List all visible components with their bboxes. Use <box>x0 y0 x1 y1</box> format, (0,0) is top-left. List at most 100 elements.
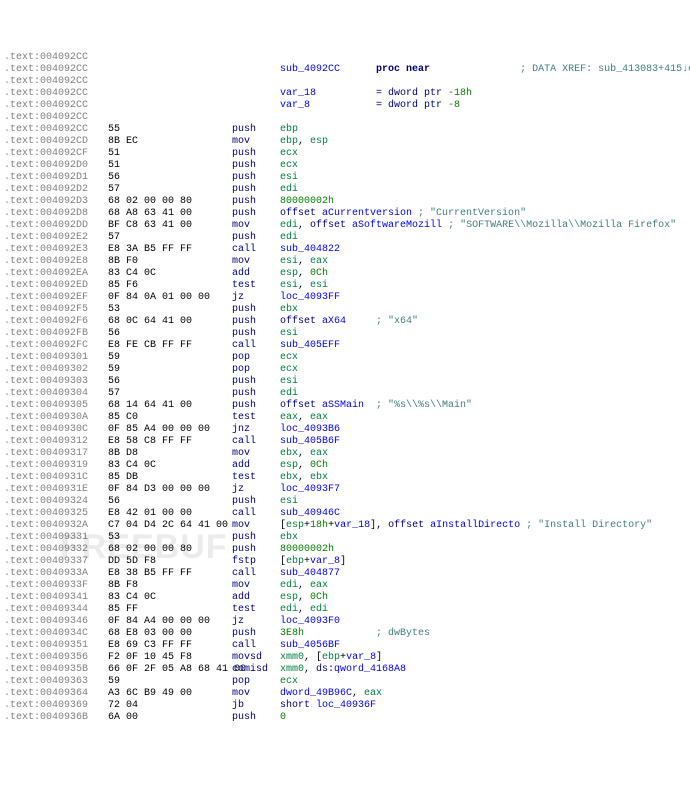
hex-bytes: 83 C4 0C <box>108 268 232 280</box>
asm-line: .text:004092CC <box>4 112 686 124</box>
operands: offset aCurrentversion ; "CurrentVersion… <box>280 208 686 220</box>
operands: dword_49B96C, eax <box>280 688 686 700</box>
mnemonic: add <box>232 592 280 604</box>
asm-line: .text:004092E257pushedi <box>4 232 686 244</box>
operands: offset aSSMain ; "%s\\%s\\Main" <box>280 400 686 412</box>
hex-bytes: 83 C4 0C <box>108 592 232 604</box>
hex-bytes: 72 04 <box>108 700 232 712</box>
asm-line: .text:00409337DD 5D F8fstp[ebp+var_8] <box>4 556 686 568</box>
hex-bytes: 85 DB <box>108 472 232 484</box>
mnemonic: call <box>232 508 280 520</box>
address: .text:00409304 <box>4 388 108 400</box>
mnemonic: push <box>232 628 280 640</box>
asm-line: .text:0040931983 C4 0Caddesp, 0Ch <box>4 460 686 472</box>
address: .text:0040935B <box>4 664 108 676</box>
operands: sub_405B6F <box>280 436 686 448</box>
address: .text:00409303 <box>4 376 108 388</box>
address: .text:00409331 <box>4 532 108 544</box>
asm-line: .text:00409325E8 42 01 00 00callsub_4094… <box>4 508 686 520</box>
mnemonic: mov <box>232 520 280 532</box>
mnemonic: fstp <box>232 556 280 568</box>
operands: esi, esi <box>280 280 686 292</box>
hex-bytes: 56 <box>108 496 232 508</box>
asm-line: .text:004092CC <box>4 76 686 88</box>
mnemonic: pop <box>232 676 280 688</box>
mnemonic: pop <box>232 364 280 376</box>
hex-bytes: F2 0F 10 45 F8 <box>108 652 232 664</box>
hex-bytes: 68 0C 64 41 00 <box>108 316 232 328</box>
mnemonic: mov <box>232 220 280 232</box>
operands <box>280 112 686 124</box>
mnemonic: push <box>232 196 280 208</box>
operands: xmm0, ds:qword_4168A8 <box>280 664 686 676</box>
operands: ecx <box>280 364 686 376</box>
asm-line: .text:004092E88B F0movesi, eax <box>4 256 686 268</box>
hex-bytes: 0F 84 A4 00 00 00 <box>108 616 232 628</box>
hex-bytes <box>108 100 232 112</box>
hex-bytes: C7 04 D4 2C 64 41 00 <box>108 520 232 532</box>
hex-bytes: 53 <box>108 304 232 316</box>
address: .text:0040930A <box>4 412 108 424</box>
asm-line: .text:0040934C68 E8 03 00 00push3E8h ; d… <box>4 628 686 640</box>
operands: [esp+18h+var_18], offset aInstallDirecto… <box>280 520 686 532</box>
mnemonic: push <box>232 544 280 556</box>
operands: ebx <box>280 532 686 544</box>
address: .text:0040930C <box>4 424 108 436</box>
address: .text:00409364 <box>4 688 108 700</box>
asm-line: .text:0040930457pushedi <box>4 388 686 400</box>
hex-bytes: 8B D8 <box>108 448 232 460</box>
mnemonic: test <box>232 472 280 484</box>
operands: esi <box>280 496 686 508</box>
address: .text:00409363 <box>4 676 108 688</box>
operands: sub_404877 <box>280 568 686 580</box>
hex-bytes: E8 FE CB FF FF <box>108 340 232 352</box>
mnemonic: push <box>232 328 280 340</box>
mnemonic: push <box>232 712 280 724</box>
mnemonic: test <box>232 412 280 424</box>
address: .text:004092D8 <box>4 208 108 220</box>
address: .text:004092CC <box>4 64 108 76</box>
mnemonic: push <box>232 208 280 220</box>
asm-line: .text:0040933F8B F8movedi, eax <box>4 580 686 592</box>
address: .text:0040936B <box>4 712 108 724</box>
hex-bytes: 8B F8 <box>108 580 232 592</box>
asm-line: .text:004092F553pushebx <box>4 304 686 316</box>
hex-bytes: 8B F0 <box>108 256 232 268</box>
operands: xmm0, [ebp+var_8] <box>280 652 686 664</box>
address: .text:004092E8 <box>4 256 108 268</box>
operands: 80000002h <box>280 196 686 208</box>
operands: ecx <box>280 160 686 172</box>
hex-bytes: 66 0F 2F 05 A8 68 41 00 <box>108 664 232 676</box>
mnemonic: push <box>232 172 280 184</box>
hex-bytes <box>108 64 232 76</box>
asm-line: .text:0040933268 02 00 00 80push80000002… <box>4 544 686 556</box>
address: .text:00409346 <box>4 616 108 628</box>
mnemonic: push <box>232 532 280 544</box>
mnemonic: push <box>232 316 280 328</box>
operands: short loc_40936F <box>280 700 686 712</box>
asm-line: .text:004092D051pushecx <box>4 160 686 172</box>
address: .text:00409312 <box>4 436 108 448</box>
asm-line: .text:0040934183 C4 0Caddesp, 0Ch <box>4 592 686 604</box>
asm-line: .text:0040930356pushesi <box>4 376 686 388</box>
operands <box>280 52 686 64</box>
operands <box>280 76 686 88</box>
operands: esi <box>280 328 686 340</box>
hex-bytes: 51 <box>108 148 232 160</box>
asm-line: .text:004092D257pushedi <box>4 184 686 196</box>
hex-bytes: 6A 00 <box>108 712 232 724</box>
hex-bytes: 83 C4 0C <box>108 460 232 472</box>
operands: esi, eax <box>280 256 686 268</box>
hex-bytes: E8 58 C8 FF FF <box>108 436 232 448</box>
hex-bytes: 0F 84 D3 00 00 00 <box>108 484 232 496</box>
mnemonic: test <box>232 280 280 292</box>
hex-bytes: 55 <box>108 124 232 136</box>
address: .text:004092E3 <box>4 244 108 256</box>
asm-line: .text:004092D156pushesi <box>4 172 686 184</box>
mnemonic: call <box>232 244 280 256</box>
address: .text:00409341 <box>4 592 108 604</box>
asm-line: .text:004093178B D8movebx, eax <box>4 448 686 460</box>
address: .text:0040934C <box>4 628 108 640</box>
hex-bytes: DD 5D F8 <box>108 556 232 568</box>
address: .text:004092D2 <box>4 184 108 196</box>
